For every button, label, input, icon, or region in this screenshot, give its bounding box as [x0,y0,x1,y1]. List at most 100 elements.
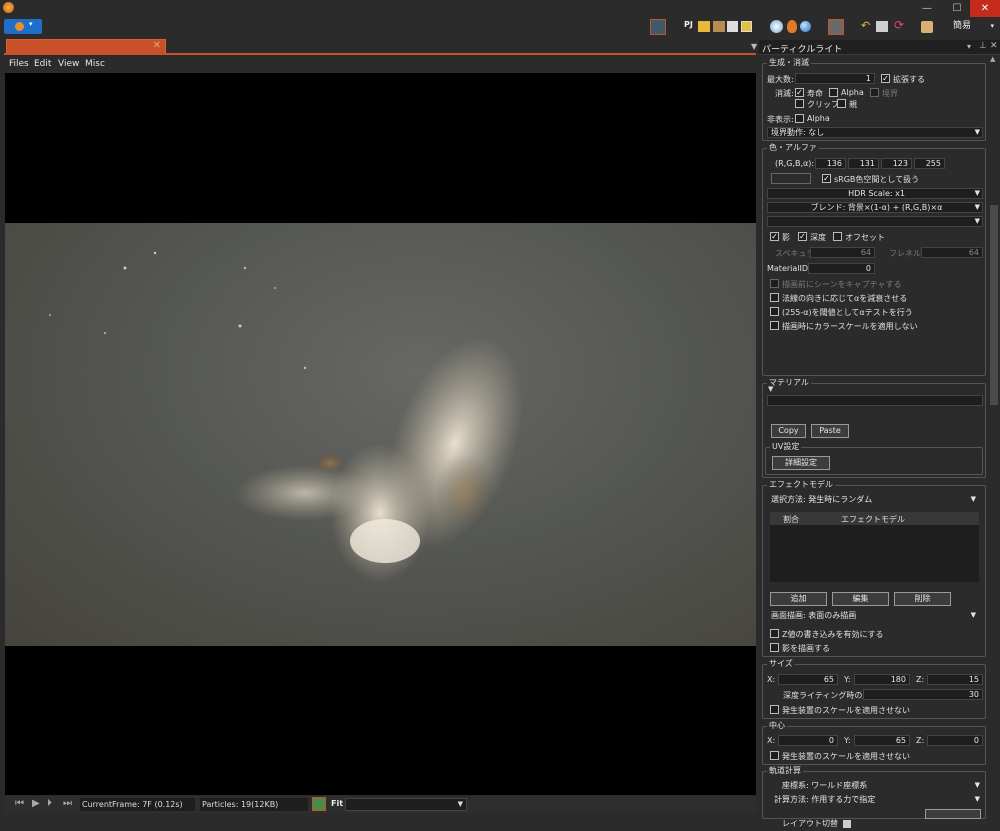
play-icon[interactable]: ▶ [32,798,40,809]
size-noscale-checkbox[interactable] [770,705,779,714]
pin-icon[interactable]: ▾ [967,42,971,51]
edit-button[interactable]: 編集 [832,592,889,606]
effect-model-table[interactable]: 割合 エフェクトモデル [770,512,979,582]
fresnel-input[interactable]: 64 [921,247,983,258]
normal-fade-checkbox[interactable] [770,293,779,302]
hdr-scale-select[interactable]: HDR Scale: x1 ▼ [767,188,983,199]
background-image-icon[interactable] [312,797,326,811]
selection-method-select[interactable]: 選択方法: 発生時にランダム ▼ [767,494,979,505]
size-z-input[interactable]: 15 [927,674,983,685]
no-colorscale-checkbox[interactable] [770,321,779,330]
size-y-input[interactable]: 180 [854,674,910,685]
clip-label: クリップ [807,100,839,109]
center-y-input[interactable]: 65 [854,735,910,746]
layout-toggle-button[interactable]: レイアウト切替 [782,818,851,829]
close-icon[interactable]: ✕ [153,40,161,51]
depth-thickness-input[interactable]: 30 [863,689,983,700]
alpha-input[interactable]: 255 [914,158,945,169]
image-icon[interactable] [828,19,844,35]
material-field[interactable] [767,395,983,406]
screen-draw-select[interactable]: 画面描画: 表面のみ描画 ▼ [767,610,979,621]
capture-checkbox[interactable] [770,279,779,288]
alpha-test-label: (255-α)を閾値としてαテストを行う [782,308,913,317]
draw-shadow-checkbox[interactable] [770,643,779,652]
flame-icon[interactable] [787,20,797,33]
center-x-input[interactable]: 0 [778,735,838,746]
border-action-select[interactable]: 境界動作: なし ▼ [767,127,983,138]
close-icon[interactable]: ✕ [990,41,998,51]
delete-button[interactable]: 削除 [894,592,951,606]
scene-view-icon[interactable] [650,19,666,35]
hide-alpha-checkbox[interactable] [795,114,804,123]
refresh-icon[interactable]: ⟳ [894,19,907,33]
alpha-test-checkbox[interactable] [770,307,779,316]
copy-button[interactable]: Copy [771,424,806,438]
vanish-alpha-checkbox[interactable] [829,88,838,97]
menu-view[interactable]: View [58,59,79,69]
pin-icon[interactable]: ⊥ [979,41,987,51]
panel-menu-icon[interactable]: ▼ [751,42,757,51]
material-dropdown-icon[interactable]: ▼ [768,385,773,393]
clip-checkbox[interactable] [795,99,804,108]
app-menu-button[interactable]: ▾ [4,19,42,34]
blend-select[interactable]: ブレンド: 背景×(1-α) + (R,G,B)×α ▼ [767,202,983,213]
minimize-button[interactable]: — [912,0,942,17]
green-input[interactable]: 131 [848,158,879,169]
calc-method-select[interactable]: 計算方法: 作用する力で指定 ▼ [767,794,983,805]
parent-checkbox[interactable] [837,99,846,108]
hide-alpha-label: Alpha [807,114,830,123]
folder-icon[interactable] [698,21,710,32]
lifespan-checkbox[interactable]: ✓ [795,88,804,97]
layers-icon[interactable] [713,21,725,32]
zwrite-checkbox[interactable] [770,629,779,638]
center-noscale-checkbox[interactable] [770,751,779,760]
uv-detail-button[interactable]: 詳細設定 [772,456,830,470]
menu-files[interactable]: Files [9,59,29,69]
expand-checkbox[interactable]: ✓ [881,74,890,83]
border-checkbox[interactable] [870,88,879,97]
user-icon[interactable] [921,21,933,33]
stack-icon[interactable] [727,21,738,32]
specular-input[interactable]: 64 [810,247,875,258]
sphere-icon[interactable] [800,21,811,32]
step-forward-icon[interactable]: ⏵ [47,798,52,809]
lang-label: 簡易 [953,21,972,31]
preview-viewport[interactable] [5,73,756,795]
size-y-label: Y: [844,675,851,684]
center-z-input[interactable]: 0 [927,735,983,746]
srgb-checkbox[interactable]: ✓ [822,174,831,183]
document-tab[interactable]: ✕ [6,39,166,54]
menu-misc[interactable]: Misc [85,59,105,69]
close-button[interactable]: ✕ [970,0,1000,17]
blue-input[interactable]: 123 [881,158,912,169]
scroll-up-icon[interactable]: ▲ [990,55,995,63]
menu-edit[interactable]: Edit [34,59,51,69]
extra-select[interactable]: ▼ [767,216,983,227]
coord-system-value: 座標系: ワールド座標系 [782,781,868,790]
shadow-checkbox[interactable]: ✓ [770,232,779,241]
color-swatch[interactable] [771,173,811,184]
depth-checkbox[interactable]: ✓ [798,232,807,241]
paste-button[interactable]: Paste [811,424,849,438]
undo-icon[interactable]: ↶ [861,20,873,33]
light-burst-icon[interactable] [770,20,783,33]
skip-end-icon[interactable]: ⏭ [63,798,72,809]
group-generation: 生成・消滅 最大数: 1 ✓ 拡張する 消滅: ✓ 寿命 Alpha 境界 クリ… [762,57,986,141]
panel-scrollbar[interactable]: ▲ [990,55,998,831]
bracket-icon[interactable] [741,21,752,32]
offset-checkbox[interactable] [833,232,842,241]
zoom-select[interactable]: ▼ [345,798,467,811]
skip-start-icon[interactable]: ⏮ [15,798,24,809]
maximize-button[interactable]: ☐ [942,0,972,17]
lang-toggle-button[interactable]: 簡易 ▾ [950,19,998,34]
scrollbar-thumb[interactable] [990,205,998,405]
center-z-label: Z: [916,736,925,745]
add-button[interactable]: 追加 [770,592,827,606]
size-x-input[interactable]: 65 [778,674,838,685]
frame-icon[interactable] [876,21,888,32]
coord-system-select[interactable]: 座標系: ワールド座標系 ▼ [767,780,983,791]
red-input[interactable]: 136 [815,158,846,169]
pj-icon[interactable]: PJ [684,20,696,33]
max-count-input[interactable]: 1 [795,73,875,84]
material-id-input[interactable]: 0 [808,263,875,274]
